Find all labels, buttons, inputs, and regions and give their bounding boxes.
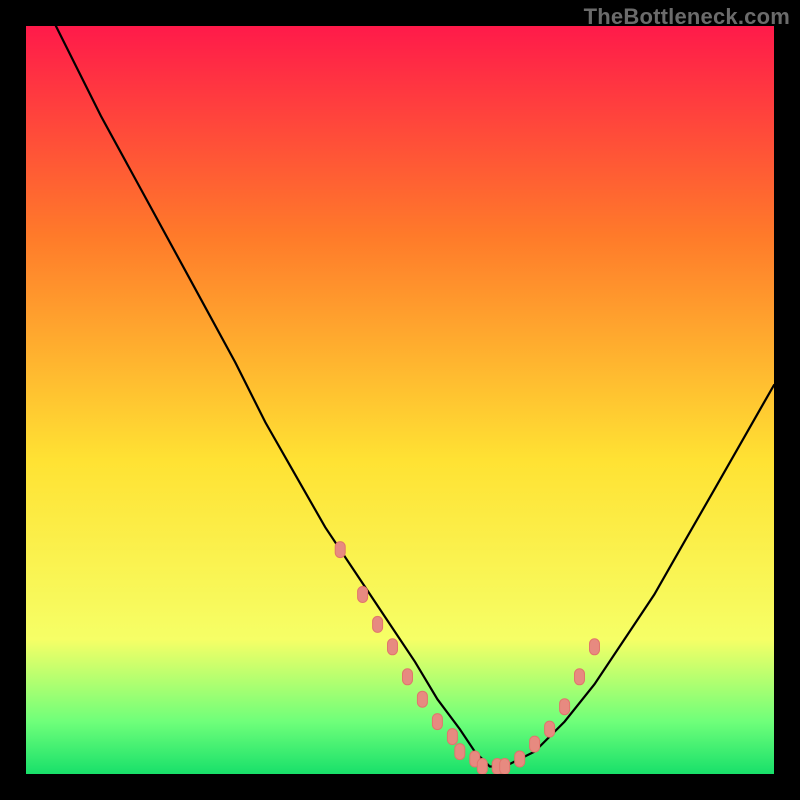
highlight-dot <box>432 714 442 730</box>
highlight-dot <box>388 639 398 655</box>
chart-frame <box>26 26 774 774</box>
highlight-dot <box>560 699 570 715</box>
highlight-dot <box>335 542 345 558</box>
highlight-dot <box>403 669 413 685</box>
bottleneck-chart <box>26 26 774 774</box>
highlight-dot <box>545 721 555 737</box>
gradient-background <box>26 26 774 774</box>
highlight-dot <box>447 729 457 745</box>
highlight-dot <box>358 587 368 603</box>
highlight-dot <box>500 759 510 775</box>
highlight-dot <box>515 751 525 767</box>
highlight-dot <box>477 759 487 775</box>
highlight-dot <box>530 736 540 752</box>
watermark-text: TheBottleneck.com <box>584 4 790 30</box>
highlight-dot <box>590 639 600 655</box>
highlight-dot <box>575 669 585 685</box>
highlight-dot <box>373 616 383 632</box>
highlight-dot <box>455 744 465 760</box>
highlight-dot <box>417 691 427 707</box>
